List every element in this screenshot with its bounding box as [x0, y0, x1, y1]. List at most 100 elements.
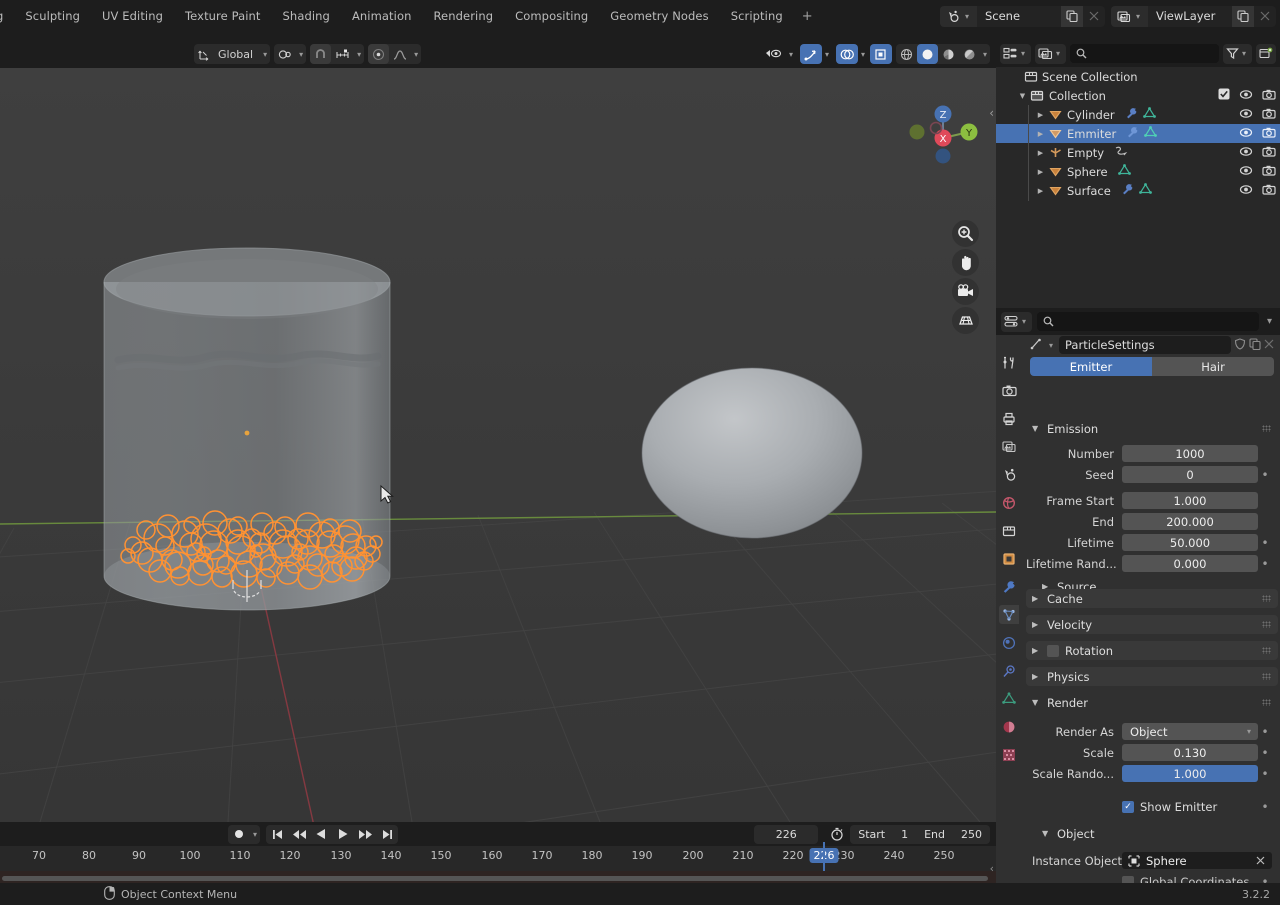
instance-object-field[interactable]: Sphere [1122, 852, 1272, 869]
transform-orientation-group[interactable]: Global ▾ [194, 44, 271, 64]
close-icon[interactable] [1254, 6, 1276, 27]
properties-search-input[interactable] [1037, 312, 1259, 331]
chevron-down-icon[interactable]: ▾ [1019, 317, 1029, 326]
3d-viewport[interactable]: Global ▾ ▾ ▾ ▾ ▾ ▾ ▾ ▾ Z Y X ‹ [0, 40, 996, 822]
chevron-down-icon[interactable]: ▾ [1018, 49, 1028, 58]
animate-dot-icon[interactable]: • [1258, 468, 1272, 482]
field-value[interactable]: 1.000 [1122, 492, 1258, 509]
panel-grip-icon[interactable] [1262, 699, 1271, 706]
panel-grip-icon[interactable] [1262, 673, 1271, 680]
scene-selector[interactable]: ▾ Scene [939, 5, 1105, 27]
modifier-wrench-icon[interactable] [1126, 126, 1139, 141]
field-lifetime[interactable]: Lifetime 50.000 • [1026, 533, 1272, 552]
workspace-tab-rendering[interactable]: Rendering [422, 5, 504, 27]
prev-keyframe-icon[interactable] [288, 825, 310, 844]
render-camera-icon[interactable] [1262, 108, 1276, 122]
subpanel-object-header[interactable]: ▼ Object [1026, 824, 1272, 843]
render-camera-icon[interactable] [1262, 127, 1276, 141]
outliner-row-empty[interactable]: ▶ Empty [996, 143, 1280, 162]
gizmo-group[interactable]: ▾ [799, 44, 832, 64]
breadcrumb[interactable]: ▾ ParticleSettings [1030, 335, 1274, 355]
panel-rotation-header[interactable]: ▶ Rotation [1026, 641, 1278, 660]
panel-grip-icon[interactable] [1262, 595, 1271, 602]
field-value[interactable]: 0.000 [1122, 555, 1258, 572]
outliner-display-mode[interactable]: ▾ [1000, 43, 1032, 64]
chevron-down-icon[interactable]: ▾ [1046, 341, 1056, 350]
duplicate-icon[interactable] [1060, 5, 1083, 27]
visibility-eye-icon[interactable] [761, 44, 786, 64]
material-preview-icon[interactable] [938, 44, 959, 64]
next-keyframe-icon[interactable] [354, 825, 376, 844]
transform-orientation-label[interactable]: Global [215, 48, 260, 61]
workspace-tab-animation[interactable]: Animation [341, 5, 423, 27]
panel-velocity-header[interactable]: ▶ Velocity [1026, 615, 1278, 634]
solid-icon[interactable] [916, 44, 938, 64]
duplicate-icon[interactable] [1232, 5, 1254, 27]
animate-dot-icon[interactable]: • [1258, 767, 1272, 781]
tab-scene[interactable] [999, 465, 1019, 484]
disclosure-triangle-right-icon[interactable]: ▶ [1032, 594, 1041, 603]
field-value[interactable]: 1.000 [1122, 765, 1258, 782]
close-icon[interactable] [1264, 339, 1274, 352]
workspace-tab-shading[interactable]: Shading [272, 5, 341, 27]
chevron-down-icon[interactable]: ▾ [411, 50, 421, 59]
viewlayer-name[interactable]: ViewLayer [1148, 9, 1232, 23]
jump-start-icon[interactable] [266, 825, 288, 844]
viewlayer-selector[interactable]: ▾ ViewLayer [1110, 5, 1276, 27]
visibility-eye-icon[interactable] [1239, 108, 1253, 122]
stopwatch-icon[interactable] [826, 825, 848, 844]
render-camera-icon[interactable] [1262, 165, 1276, 179]
workspace-tab-geometry-nodes[interactable]: Geometry Nodes [599, 5, 719, 27]
global-coordinates-checkbox[interactable] [1122, 875, 1134, 883]
animate-dot-icon[interactable]: • [1258, 725, 1272, 739]
field-render-as[interactable]: Render As Object ▾ • [1026, 722, 1272, 741]
disclosure-triangle-right-icon[interactable]: ▶ [1034, 168, 1047, 176]
mesh-data-icon[interactable] [1138, 183, 1152, 198]
panel-emission[interactable]: ▼ Emission Number 1000 Seed 0 • Frame St… [1026, 419, 1278, 596]
outliner-editor[interactable]: ▾ ▾ ▾ Scene Collection ▼ Collection ▶ Cy… [996, 40, 1280, 308]
panel-grip-icon[interactable] [1262, 621, 1271, 628]
panel-emission-header[interactable]: ▼ Emission [1026, 419, 1278, 438]
field-value[interactable]: 0 [1122, 466, 1258, 483]
panel-cache[interactable]: ▶ Cache [1026, 589, 1278, 608]
field-scale-randomness[interactable]: Scale Rando... 1.000 • [1026, 764, 1272, 783]
chevron-left-icon[interactable]: ‹ [990, 862, 994, 875]
playback-controls[interactable] [266, 824, 399, 844]
close-icon[interactable] [1083, 6, 1105, 27]
collection-checkbox[interactable] [1218, 88, 1230, 103]
tab-physics[interactable] [999, 633, 1019, 652]
panel-render[interactable]: ▼ Render Render As Object ▾ • Scale 0.13… [1026, 693, 1278, 883]
new-collection-button[interactable] [1256, 43, 1276, 64]
panel-physics[interactable]: ▶ Physics [1026, 667, 1278, 686]
chevron-left-icon[interactable]: ‹ [989, 106, 994, 120]
outliner-row-scene-collection[interactable]: Scene Collection [996, 67, 1280, 86]
outliner-row-collection[interactable]: ▼ Collection [996, 86, 1280, 105]
chevron-down-icon[interactable]: ▾ [260, 50, 270, 59]
magnet-icon[interactable] [310, 44, 332, 64]
zoom-icon[interactable] [952, 220, 979, 247]
end-value[interactable]: 250 [953, 828, 990, 841]
view-layer-icon[interactable]: ▾ [1110, 5, 1148, 27]
animate-dot-icon[interactable]: • [1258, 536, 1272, 550]
jump-end-icon[interactable] [376, 825, 398, 844]
timeline-ruler[interactable]: 70 80 90 100 110 120 130 140 150 160 170… [0, 846, 996, 871]
shading-modes-group[interactable]: ▾ [895, 44, 990, 64]
type-toggle-emitter[interactable]: Emitter [1030, 357, 1152, 376]
panel-grip-icon[interactable] [1262, 425, 1271, 432]
pivot-point-icon[interactable] [274, 44, 296, 64]
chevron-down-icon[interactable]: ▾ [980, 50, 990, 59]
gizmo-icon[interactable] [799, 44, 822, 64]
snapping-group[interactable]: ▾ [310, 44, 365, 64]
tab-collection[interactable] [999, 521, 1019, 540]
field-instance-object[interactable]: Instance Object Sphere [1026, 851, 1272, 870]
field-global-coordinates[interactable]: Global Coordinates • [1026, 872, 1272, 883]
properties-editor[interactable]: ▾ ▾ ▾ ParticleSettings Emitter Hair ▼ Em… [996, 308, 1280, 883]
tab-object-data[interactable] [999, 689, 1019, 708]
disclosure-triangle-down-icon[interactable]: ▼ [1016, 92, 1029, 100]
properties-body[interactable]: ▾ ParticleSettings Emitter Hair ▼ Emissi… [1022, 335, 1280, 883]
properties-editor-type[interactable]: ▾ [1001, 311, 1033, 332]
render-camera-icon[interactable] [1262, 184, 1276, 198]
outliner-row-sphere[interactable]: ▶ Sphere [996, 162, 1280, 181]
panel-render-header[interactable]: ▼ Render [1026, 693, 1278, 712]
render-camera-icon[interactable] [1262, 146, 1276, 160]
